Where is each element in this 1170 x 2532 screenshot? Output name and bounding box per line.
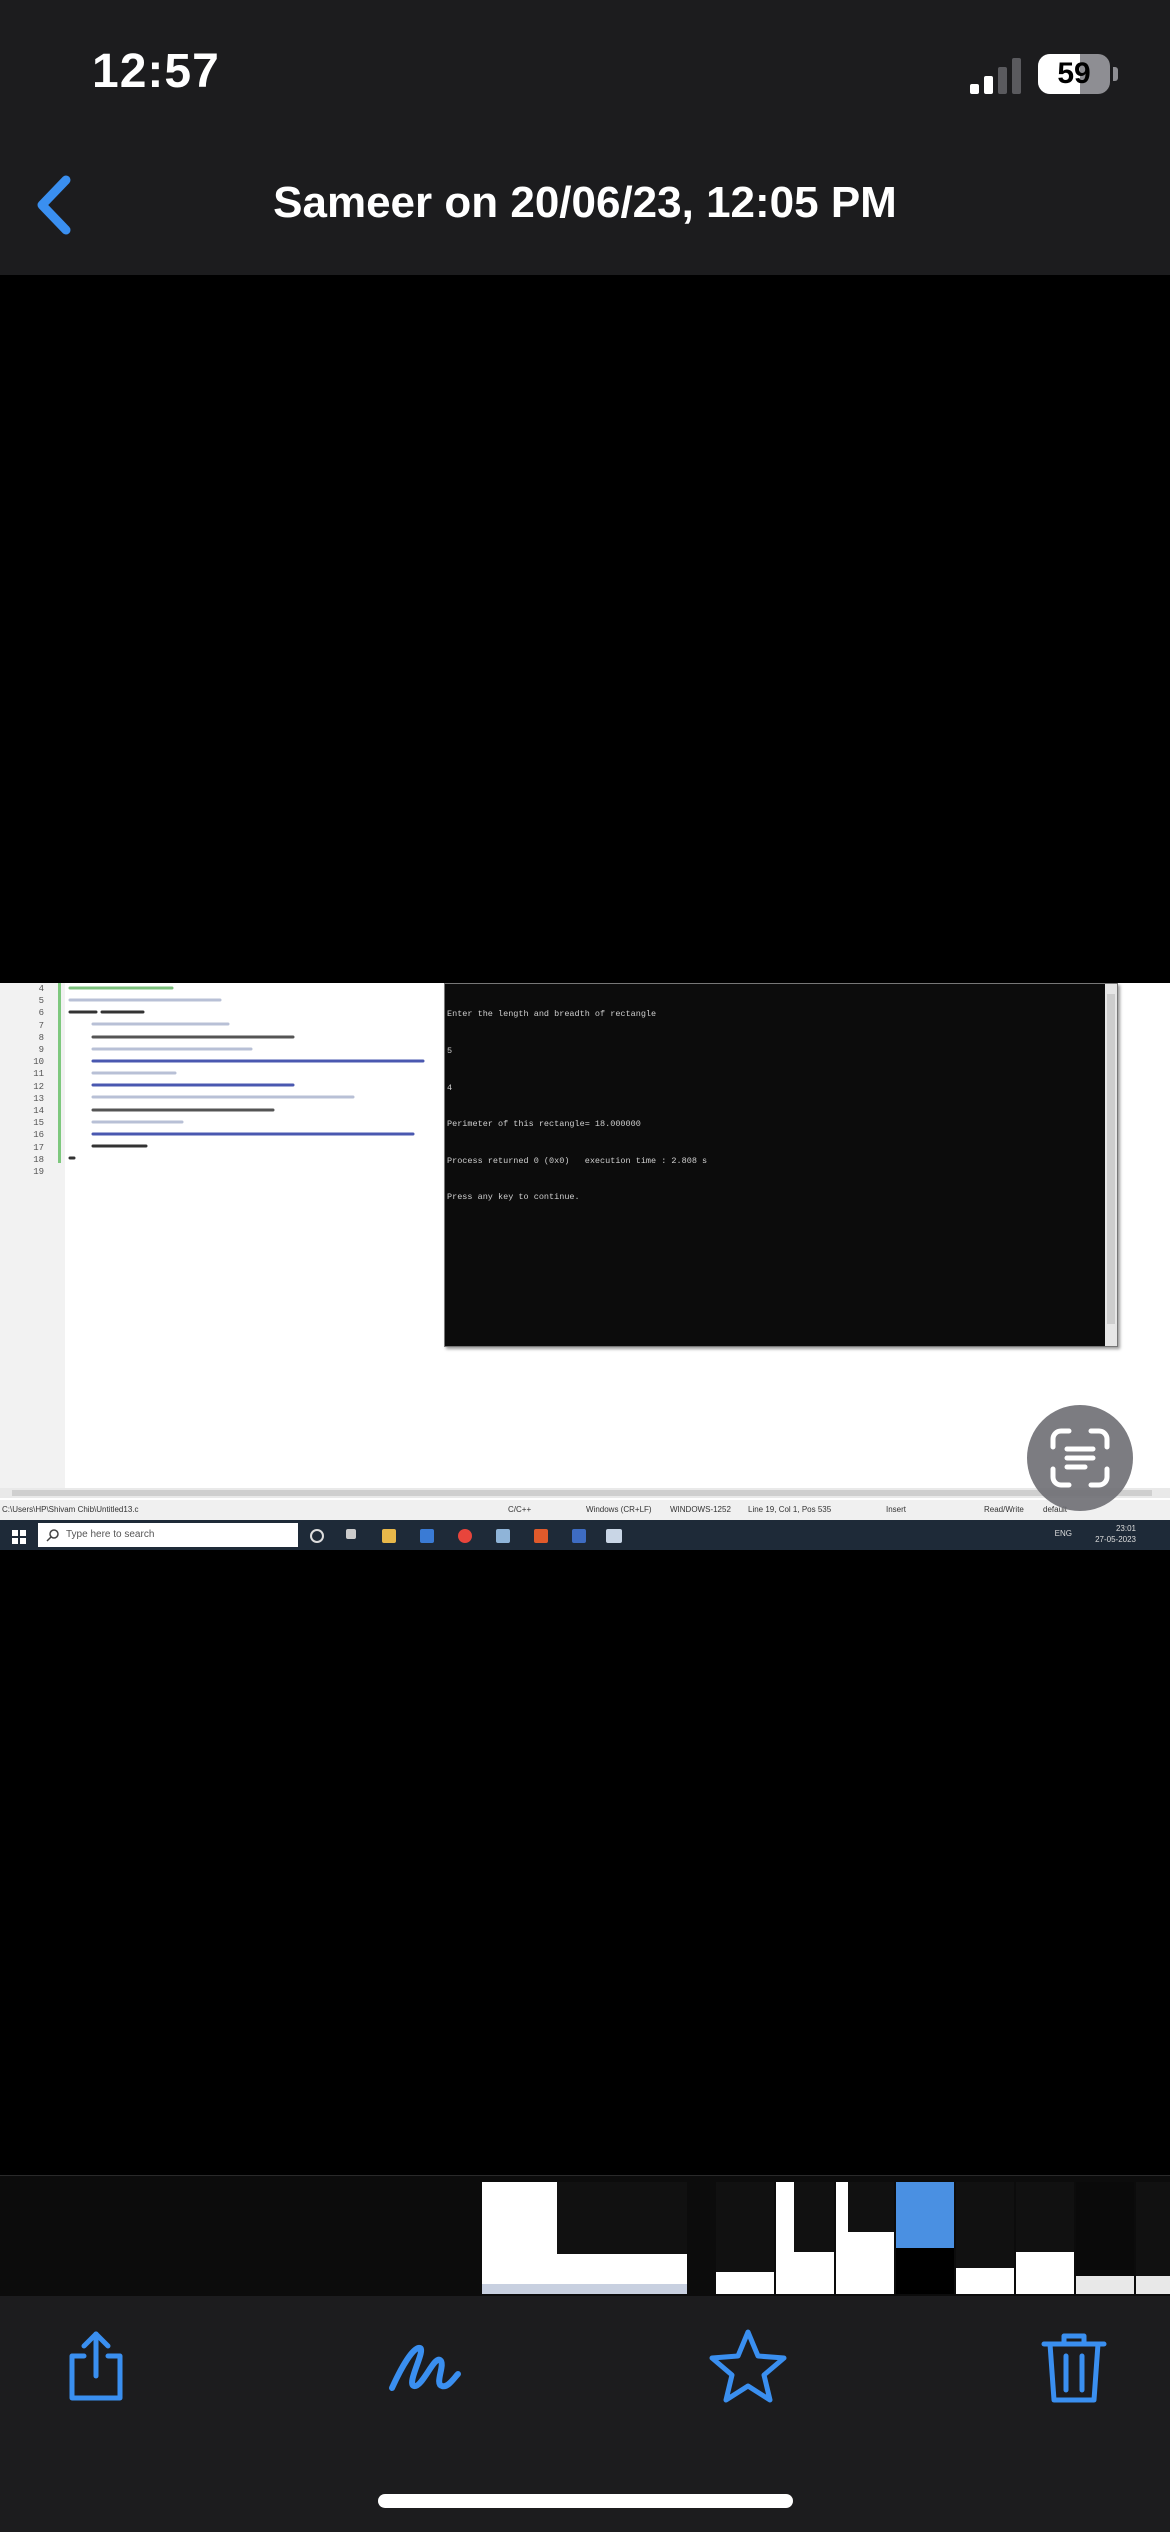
ide-icon <box>572 1529 586 1543</box>
mail-icon <box>420 1529 434 1543</box>
markup-icon[interactable] <box>384 2326 464 2406</box>
editor-change-bar <box>58 983 61 1163</box>
console-scrollbar <box>1105 984 1117 1346</box>
console-icon <box>606 1529 622 1543</box>
file-explorer-icon <box>382 1529 396 1543</box>
ide-status-bar: C:\Users\HP\Shivam Chib\Untitled13.c C/C… <box>0 1500 1170 1520</box>
filmstrip-thumbnail[interactable] <box>956 2182 1014 2294</box>
photo-title: Sameer on 20/06/23, 12:05 PM <box>273 178 897 227</box>
system-tray: ENG 23:01 27-05-2023 <box>1054 1524 1136 1544</box>
live-text-button[interactable] <box>1027 1405 1133 1511</box>
filmstrip-thumbnail-current[interactable] <box>896 2182 954 2294</box>
editor-line-numbers: 4 5 6 7 8 9 10 11 12 13 14 15 16 17 18 1… <box>33 984 44 1178</box>
live-text-icon <box>1050 1428 1110 1488</box>
filmstrip-thumbnail[interactable] <box>1136 2182 1170 2294</box>
store-icon <box>534 1529 548 1543</box>
filmstrip-thumbnail[interactable] <box>482 2182 687 2294</box>
photo-filmstrip[interactable] <box>0 2175 1170 2296</box>
taskbar-search: Type here to search <box>38 1523 298 1547</box>
editor-code-area <box>68 986 425 1160</box>
cellular-signal-icon <box>970 58 1021 94</box>
filmstrip-thumbnail[interactable] <box>716 2182 774 2294</box>
task-view-icon <box>310 1529 324 1543</box>
battery-level: 59 <box>1057 57 1091 90</box>
app-icon <box>496 1529 510 1543</box>
chrome-icon <box>458 1529 472 1543</box>
filmstrip-thumbnail[interactable] <box>776 2182 834 2294</box>
console-window: Enter the length and breadth of rectangl… <box>444 983 1118 1347</box>
navigation-bar: Sameer on 20/06/23, 12:05 PM <box>0 150 1170 275</box>
search-icon <box>46 1529 59 1542</box>
console-output: Enter the length and breadth of rectangl… <box>447 1009 708 1203</box>
trash-icon[interactable] <box>1034 2326 1114 2406</box>
editor-horizontal-scrollbar <box>0 1488 1170 1498</box>
battery-icon: 59 <box>1038 54 1118 94</box>
star-icon[interactable] <box>708 2326 788 2406</box>
photo-image: 4 5 6 7 8 9 10 11 12 13 14 15 16 17 18 1… <box>0 983 1170 1550</box>
share-icon[interactable] <box>56 2326 136 2406</box>
home-indicator[interactable] <box>378 2494 793 2508</box>
widgets-icon <box>346 1529 356 1539</box>
windows-taskbar: Type here to search ENG 23:01 27-05-2023 <box>0 1520 1170 1550</box>
status-bar: 12:57 59 <box>0 0 1170 150</box>
status-time: 12:57 <box>92 45 220 98</box>
windows-logo-icon <box>12 1530 26 1544</box>
filmstrip-thumbnail[interactable] <box>1016 2182 1074 2294</box>
filmstrip-thumbnail[interactable] <box>1076 2182 1134 2294</box>
filmstrip-thumbnail[interactable] <box>836 2182 894 2294</box>
